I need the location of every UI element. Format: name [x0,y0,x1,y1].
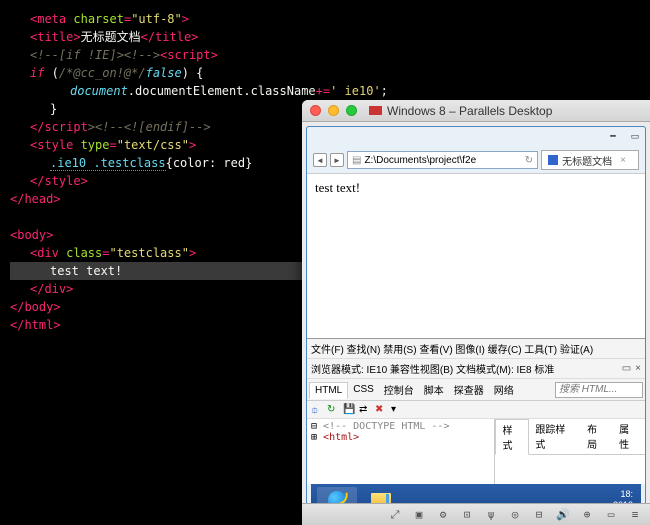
devtools-menu[interactable]: 文件(F) 查找(N) 禁用(S) 查看(V) 图像(I) 缓存(C) 工具(T… [307,339,645,359]
network-icon[interactable]: ⊕ [580,508,594,522]
drive-icon[interactable]: ⊟ [532,508,546,522]
styletab-trace[interactable]: 跟踪样式 [529,419,581,454]
devtools-close-icon[interactable]: × [635,363,641,374]
dom-tree[interactable]: ⊟ <!-- DOCTYPE HTML --> ⊞ <html> [307,419,494,484]
browser-tab[interactable]: 无标题文档 × [541,150,639,170]
devtools-toolbar: ⯐ ↻ 💾 ⇄ ✖ ▾ [307,401,645,419]
mac-statusbar: ⤢ ▣ ⚙ ⊡ ψ ◎ ⊟ 🔊 ⊕ ▭ ≡ [302,503,650,525]
refresh-tree-icon[interactable]: ↻ [327,404,339,416]
camera-icon[interactable]: ⊡ [460,508,474,522]
address-bar[interactable]: ▤ Z:\Documents\project\f2e ↻ [347,151,538,169]
clear-icon[interactable]: ✖ [375,404,387,416]
page-content: test text! [307,173,645,338]
tab-profiler[interactable]: 探查器 [449,380,489,399]
close-icon[interactable] [310,105,321,116]
back-button[interactable]: ◄ [313,153,327,167]
ie-minimize-icon[interactable]: ━ [605,129,621,143]
save-icon[interactable]: 💾 [343,404,355,416]
minimize-icon[interactable] [328,105,339,116]
devtools-mode-bar[interactable]: 浏览器模式: IE10 兼容性视图(B) 文档模式(M): IE8 标准 ▭× [307,359,645,379]
forward-button[interactable]: ► [330,153,344,167]
unpin-icon[interactable]: ▭ [622,363,631,374]
zoom-icon[interactable] [346,105,357,116]
tab-close-icon[interactable]: × [620,155,626,166]
refresh-icon[interactable]: ↻ [525,155,533,166]
ie-window: ━ ▭ ◄ ► ▤ Z:\Documents\project\f2e ↻ 无标题… [306,126,646,521]
tab-script[interactable]: 脚本 [419,380,449,399]
usb-icon[interactable]: ψ [484,508,498,522]
vm-window: Windows 8 – Parallels Desktop ━ ▭ ◄ ► ▤ … [302,100,650,525]
tab-network[interactable]: 网络 [489,380,519,399]
volume-icon[interactable]: 🔊 [556,508,570,522]
disc-icon[interactable]: ◎ [508,508,522,522]
devtools-panel: 文件(F) 查找(N) 禁用(S) 查看(V) 图像(I) 缓存(C) 工具(T… [307,338,645,484]
mac-titlebar[interactable]: Windows 8 – Parallels Desktop [302,100,650,122]
expand-icon[interactable]: ⤢ [388,508,402,522]
folder-share-icon[interactable]: ▭ [604,508,618,522]
ie-toolbar: ◄ ► ▤ Z:\Documents\project\f2e ↻ 无标题文档 × [307,147,645,173]
window-title: Windows 8 – Parallels Desktop [387,104,552,118]
favicon-icon [548,155,558,165]
devtools-tabs: HTML CSS 控制台 脚本 探查器 网络 [307,379,645,401]
styletab-style[interactable]: 样式 [495,419,529,455]
styles-panel: 样式 跟踪样式 布局 属性 [494,419,645,484]
styletab-attrs[interactable]: 属性 [613,419,645,454]
search-input[interactable] [555,382,643,398]
tab-html[interactable]: HTML [309,382,348,399]
menu-icon[interactable]: ≡ [628,508,642,522]
picture-icon[interactable]: ▣ [412,508,426,522]
more-icon[interactable]: ▾ [391,404,403,416]
ie-maximize-icon[interactable]: ▭ [627,129,643,143]
toggle-icon[interactable]: ⇄ [359,404,371,416]
styletab-layout[interactable]: 布局 [581,419,613,454]
tab-console[interactable]: 控制台 [379,380,419,399]
gear-icon[interactable]: ⚙ [436,508,450,522]
tab-css[interactable]: CSS [348,382,379,397]
parallels-icon [369,106,382,115]
file-icon: ▤ [352,155,361,166]
pointer-icon[interactable]: ⯐ [311,404,323,416]
